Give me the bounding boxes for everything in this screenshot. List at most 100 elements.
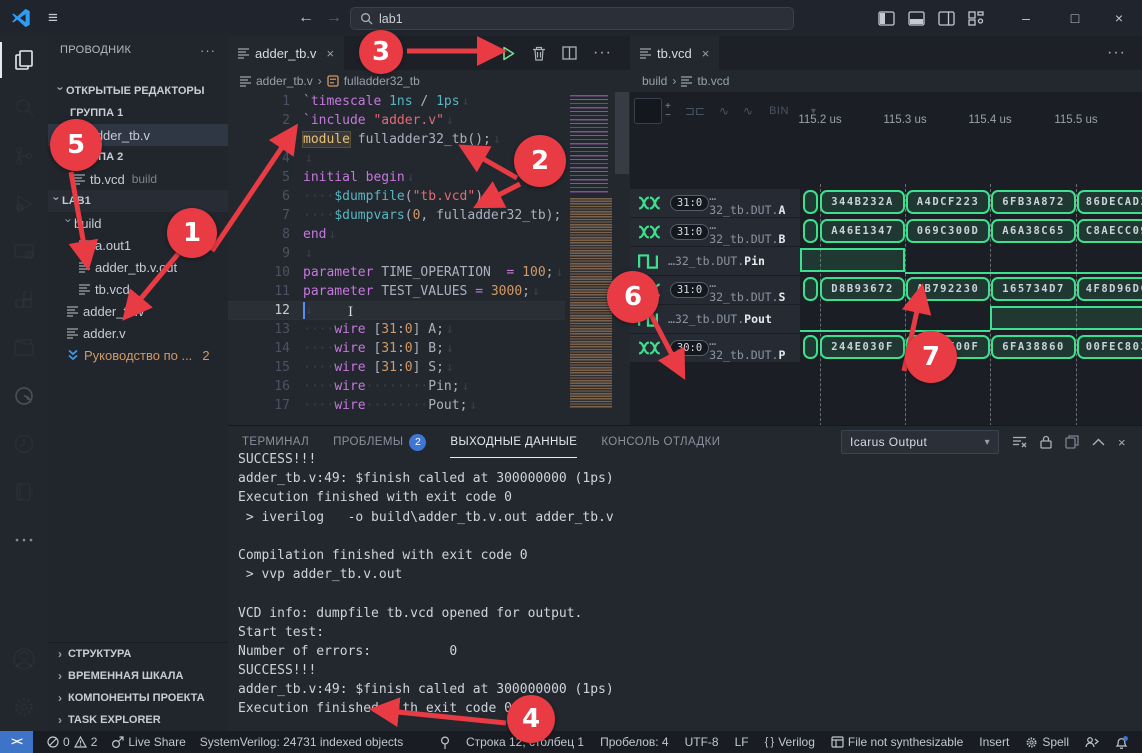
tree-item-adder.v[interactable]: adder.v (48, 322, 228, 344)
nav-back-icon[interactable]: ← (298, 9, 314, 27)
code-line-1[interactable]: 1`timescale 1ns / 1ps↓ (228, 92, 565, 111)
wave-breadcrumb[interactable]: build › tb.vcd (630, 70, 1142, 92)
maximize-panel-icon[interactable] (1092, 438, 1105, 446)
signal-wave-B[interactable]: A46E1347069C300DA6A38C65C8AECC09 (800, 218, 1142, 246)
activity-run-debug-icon[interactable] (0, 180, 48, 228)
run-button[interactable] (501, 46, 516, 61)
code-line-15[interactable]: 15····wire [31:0] S;↓ (228, 358, 565, 377)
activity-extensions-icon[interactable] (0, 276, 48, 324)
tree-item-adder_tb.v[interactable]: adder_tb.v (48, 300, 228, 322)
code-line-5[interactable]: 5initial begin↓ (228, 168, 565, 187)
toggle-secondary-sidebar-icon[interactable] (938, 11, 955, 26)
open-in-editor-icon[interactable] (1065, 435, 1079, 449)
signal-wave-Pin[interactable] (800, 247, 1142, 275)
synthesizable-status[interactable]: File not synthesizable (831, 735, 963, 749)
close-panel-icon[interactable]: × (1118, 435, 1126, 450)
nav-forward-icon[interactable]: → (326, 9, 342, 27)
maximize-button[interactable]: □ (1052, 0, 1098, 36)
activity-remote-explorer-icon[interactable] (0, 228, 48, 276)
close-window-button[interactable]: × (1096, 0, 1142, 36)
wave-bus-style-icon[interactable]: ⊐⊏ (685, 104, 705, 118)
split-editor-icon[interactable] (562, 46, 577, 60)
wave-format-select[interactable]: BIN (769, 105, 789, 117)
spell-status[interactable]: Spell (1025, 735, 1069, 749)
toggle-panel-icon[interactable] (908, 11, 925, 26)
wave-more-icon[interactable]: ··· (1107, 44, 1142, 62)
tree-item-build[interactable]: ›build (48, 212, 228, 234)
breadcrumb[interactable]: adder_tb.v › fulladder32_tb (228, 70, 630, 92)
code-line-14[interactable]: 14····wire [31:0] B;↓ (228, 339, 565, 358)
section-структура[interactable]: ›СТРУКТУРА (48, 643, 228, 665)
code-editor[interactable]: 1`timescale 1ns / 1ps↓2`include "adder.v… (228, 92, 565, 425)
language-mode-status[interactable]: { } Verilog (765, 735, 815, 749)
activity-notebook-icon[interactable] (0, 468, 48, 516)
close-tab-icon[interactable]: × (326, 46, 334, 61)
code-line-12[interactable]: 12↓I (228, 301, 565, 320)
tree-item-tb.vcd[interactable]: tb.vcd (48, 278, 228, 300)
feedback-status[interactable] (1085, 736, 1099, 748)
tab-tb-vcd[interactable]: tb.vcd × (630, 36, 719, 70)
wave-value-box[interactable] (634, 98, 662, 124)
signal-label-Pin[interactable]: …32_tb.DUT.Pin (630, 247, 800, 275)
signal-wave-P[interactable]: 244E030F049CF00F6FA3886000FEC803 (800, 334, 1142, 362)
lock-icon[interactable] (1040, 435, 1052, 449)
wave-row-Pout[interactable]: …32_tb.DUT.Pout (630, 305, 1142, 333)
activity-settings-icon[interactable] (0, 683, 48, 731)
open-editor-item-adder_tb.v[interactable]: ×adder_tb.v (48, 124, 228, 146)
activity-more-icon[interactable] (0, 516, 48, 564)
section-компоненты-проекта[interactable]: ›КОМПОНЕНТЫ ПРОЕКТА (48, 687, 228, 709)
toggle-sidebar-icon[interactable] (878, 11, 895, 26)
trash-icon[interactable] (532, 46, 546, 61)
editor-more-icon[interactable]: ··· (593, 44, 612, 62)
code-line-17[interactable]: 17····wire········Pout;↓ (228, 396, 565, 415)
wave-row-P[interactable]: 30:0…32_tb.DUT.P244E030F049CF00F6FA38860… (630, 334, 1142, 362)
wave-row-S[interactable]: 31:0…32_tb.DUT.SD8B93672AB792230165734D7… (630, 276, 1142, 304)
signal-label-B[interactable]: 31:0…32_tb.DUT.B (630, 218, 800, 246)
signal-label-A[interactable]: 31:0…32_tb.DUT.A (630, 189, 800, 217)
section-open-editors[interactable]: ›ОТКРЫТЫЕ РЕДАКТОРЫ (48, 80, 228, 102)
code-line-4[interactable]: 4↓ (228, 149, 565, 168)
activity-timing-icon[interactable] (0, 420, 48, 468)
encoding-status[interactable]: UTF-8 (685, 735, 719, 749)
tree-item--...[interactable]: Руководство по ...2 (48, 344, 228, 366)
eol-status[interactable]: LF (735, 735, 749, 749)
activity-search-icon[interactable] (0, 84, 48, 132)
breadcrumb-symbol[interactable]: fulladder32_tb (344, 74, 420, 88)
ports-status[interactable] (440, 736, 450, 749)
signal-label-S[interactable]: 31:0…32_tb.DUT.S (630, 276, 800, 304)
activity-folder-library-icon[interactable] (0, 324, 48, 372)
activity-explorer-icon[interactable] (0, 36, 48, 84)
code-line-10[interactable]: 10parameter TIME_OPERATION = 100;↓ (228, 263, 565, 282)
section-task-explorer[interactable]: ›TASK EXPLORER (48, 709, 228, 731)
code-line-6[interactable]: 6····$dumpfile("tb.vcd");↓ (228, 187, 565, 206)
output-console[interactable]: SUCCESS!!!adder_tb.v:49: $finish called … (238, 450, 1138, 731)
customize-layout-icon[interactable] (968, 11, 984, 26)
code-line-9[interactable]: 9↓ (228, 244, 565, 263)
section-workspace-lab1[interactable]: ›LAB1 (48, 190, 228, 212)
clear-output-icon[interactable] (1012, 435, 1027, 449)
signal-label-Pout[interactable]: …32_tb.DUT.Pout (630, 305, 800, 333)
breadcrumb-file[interactable]: tb.vcd (697, 74, 729, 88)
cursor-position-status[interactable]: Строка 12, столбец 1 (466, 735, 584, 749)
activity-wokwi-icon[interactable] (0, 372, 48, 420)
open-editor-item-tb.vcd[interactable]: tb.vcdbuild (48, 168, 228, 190)
code-line-16[interactable]: 16····wire········Pin;↓ (228, 377, 565, 396)
problems-status[interactable]: 0 2 (47, 735, 97, 749)
activity-source-control-icon[interactable] (0, 132, 48, 180)
breadcrumb-folder[interactable]: build (642, 74, 667, 88)
wave-row-Pin[interactable]: …32_tb.DUT.Pin (630, 247, 1142, 275)
live-share-status[interactable]: Live Share (111, 735, 185, 749)
minimize-button[interactable]: – (1003, 0, 1049, 36)
code-line-2[interactable]: 2`include "adder.v"↓ (228, 111, 565, 130)
wave-analog-icon[interactable]: ∿ (719, 104, 729, 118)
section-временная-шкала[interactable]: ›ВРЕМЕННАЯ ШКАЛА (48, 665, 228, 687)
code-line-11[interactable]: 11parameter TEST_VALUES = 3000;↓ (228, 282, 565, 301)
signal-label-P[interactable]: 30:0…32_tb.DUT.P (630, 334, 800, 362)
breadcrumb-file[interactable]: adder_tb.v (256, 74, 313, 88)
sidebar-more-icon[interactable]: ··· (200, 43, 216, 58)
wave-minus-icon[interactable]: − (665, 111, 671, 120)
code-line-13[interactable]: 13····wire [31:0] A;↓ (228, 320, 565, 339)
tree-item-a.out1[interactable]: a.out1 (48, 234, 228, 256)
editor-scrollbar[interactable] (615, 92, 629, 174)
menu-icon[interactable]: ≡ (48, 8, 58, 28)
